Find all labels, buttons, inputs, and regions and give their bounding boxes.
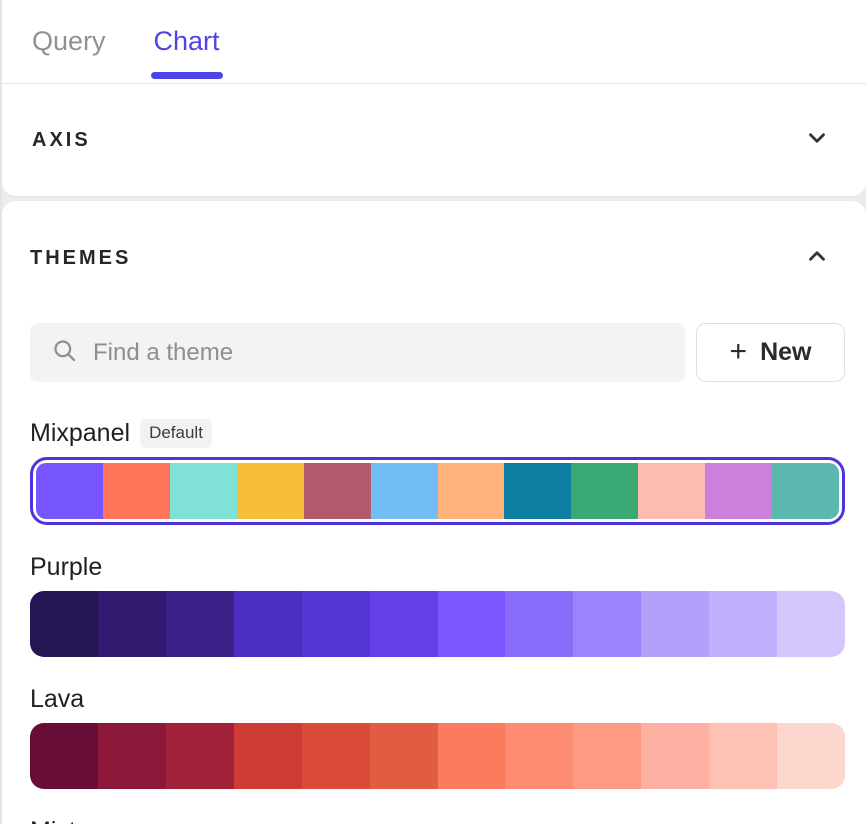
color-swatch bbox=[30, 591, 98, 657]
theme-list: Mixpanel Default Purple Lava Mist bbox=[30, 419, 845, 824]
color-swatch bbox=[234, 723, 302, 789]
color-swatch bbox=[370, 591, 438, 657]
theme-row-lava: Lava bbox=[30, 685, 845, 789]
chevron-up-icon[interactable] bbox=[804, 243, 830, 274]
color-swatch bbox=[438, 591, 506, 657]
color-swatch bbox=[709, 723, 777, 789]
color-swatch bbox=[36, 463, 103, 519]
color-swatch bbox=[709, 591, 777, 657]
color-swatch bbox=[705, 463, 772, 519]
color-swatch bbox=[170, 463, 237, 519]
color-swatch bbox=[166, 723, 234, 789]
search-icon bbox=[51, 337, 78, 369]
color-swatch bbox=[438, 723, 506, 789]
color-swatch bbox=[505, 591, 573, 657]
color-swatch bbox=[504, 463, 571, 519]
color-swatch bbox=[237, 463, 304, 519]
color-swatch bbox=[777, 591, 845, 657]
new-theme-button[interactable]: + New bbox=[696, 323, 845, 382]
color-swatch bbox=[234, 591, 302, 657]
color-swatch bbox=[573, 723, 641, 789]
color-swatch bbox=[573, 591, 641, 657]
theme-name: Purple bbox=[30, 553, 102, 582]
color-swatch bbox=[505, 723, 573, 789]
palette-swatches bbox=[30, 723, 845, 789]
color-swatch bbox=[302, 591, 370, 657]
color-swatch bbox=[98, 591, 166, 657]
default-badge: Default bbox=[140, 419, 212, 448]
color-swatch bbox=[371, 463, 438, 519]
color-swatch bbox=[571, 463, 638, 519]
theme-head: Lava bbox=[30, 685, 845, 714]
theme-head: Mist bbox=[30, 817, 845, 824]
theme-search-row: + New bbox=[30, 323, 845, 382]
theme-palette-purple[interactable] bbox=[30, 591, 845, 657]
theme-head: Mixpanel Default bbox=[30, 419, 845, 448]
themes-section: THEMES + New MixpanelDefaultPurpleLavaMi… bbox=[2, 201, 866, 824]
color-swatch bbox=[302, 723, 370, 789]
palette-swatches bbox=[36, 463, 839, 519]
theme-row-purple: Purple bbox=[30, 553, 845, 657]
color-swatch bbox=[438, 463, 505, 519]
color-swatch bbox=[641, 723, 709, 789]
color-swatch bbox=[304, 463, 371, 519]
color-swatch bbox=[166, 591, 234, 657]
tab-query-label: Query bbox=[32, 26, 106, 57]
color-swatch bbox=[30, 723, 98, 789]
themes-section-title: THEMES bbox=[30, 247, 131, 270]
plus-icon: + bbox=[730, 337, 748, 367]
color-swatch bbox=[103, 463, 170, 519]
theme-name: Mixpanel bbox=[30, 419, 130, 448]
color-swatch bbox=[772, 463, 839, 519]
color-swatch bbox=[641, 591, 709, 657]
theme-palette-mixpanel[interactable] bbox=[30, 457, 845, 525]
active-tab-indicator bbox=[151, 72, 223, 79]
chevron-down-icon[interactable] bbox=[804, 125, 830, 156]
theme-search-input[interactable] bbox=[93, 339, 667, 367]
theme-search-box[interactable] bbox=[30, 323, 685, 382]
theme-name: Lava bbox=[30, 685, 84, 714]
palette-swatches bbox=[30, 591, 845, 657]
chart-settings-panel: Query Chart AXIS THEMES bbox=[0, 0, 866, 824]
theme-palette-lava[interactable] bbox=[30, 723, 845, 789]
tab-chart[interactable]: Chart bbox=[154, 0, 220, 83]
new-theme-button-label: New bbox=[760, 338, 811, 367]
theme-name: Mist bbox=[30, 817, 76, 824]
theme-row-mist: Mist bbox=[30, 817, 845, 824]
tab-query[interactable]: Query bbox=[32, 0, 106, 83]
color-swatch bbox=[98, 723, 166, 789]
color-swatch bbox=[370, 723, 438, 789]
themes-section-header[interactable]: THEMES bbox=[30, 243, 845, 274]
tab-chart-label: Chart bbox=[154, 26, 220, 57]
axis-section-header[interactable]: AXIS bbox=[2, 84, 866, 197]
color-swatch bbox=[638, 463, 705, 519]
theme-head: Purple bbox=[30, 553, 845, 582]
axis-section-title: AXIS bbox=[32, 129, 91, 152]
theme-row-mixpanel: Mixpanel Default bbox=[30, 419, 845, 525]
color-swatch bbox=[777, 723, 845, 789]
tab-bar: Query Chart bbox=[2, 0, 866, 84]
